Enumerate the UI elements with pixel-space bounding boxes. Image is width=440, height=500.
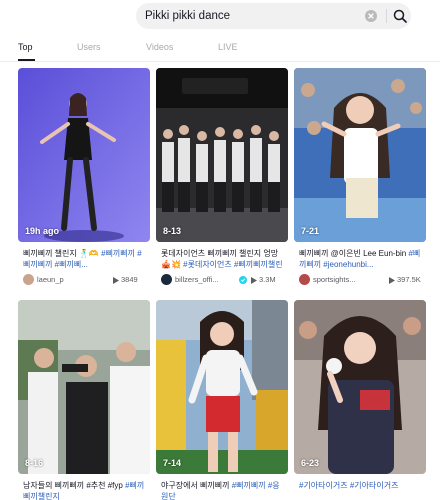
caption-text: 남자들의 삐끼삐끼 #추천 #fyp (23, 481, 123, 490)
caption-text: 삐끼삐끼 @이은빈 Lee Eun-bin (299, 249, 407, 258)
video-meta: sportsights... 397.5K (299, 274, 426, 286)
video-meta: laeun_p 3849 (23, 274, 150, 286)
active-tab-indicator (18, 59, 35, 61)
author-name[interactable]: billzers_offi... (175, 275, 239, 284)
verified-icon (239, 276, 247, 284)
search-input[interactable]: Pikki pikki dance (145, 3, 357, 29)
video-thumbnail[interactable] (18, 68, 150, 242)
video-caption[interactable]: 남자들의 삐끼삐끼 #추천 #fyp #삐끼삐끼챌린지 (23, 480, 148, 500)
tab-top[interactable]: Top (18, 42, 33, 52)
video-caption[interactable]: 야구장에서 삐끼삐끼 #삐끼삐끼 #응원단 (161, 480, 286, 500)
clear-icon[interactable] (365, 10, 377, 22)
view-count: 397.5K (397, 275, 421, 284)
post-date: 19h ago (25, 226, 60, 236)
video-caption[interactable]: 롯데자이언츠 삐끼삐끼 챌린지 엉망 🎪💥 #롯데자이언츠 #삐끼삐끼챌린지 (161, 248, 286, 270)
post-date: 7-14 (163, 458, 182, 468)
view-count: 3.3M (259, 275, 276, 284)
tab-users[interactable]: Users (77, 42, 101, 52)
post-date: 6-23 (301, 458, 320, 468)
tab-videos[interactable]: Videos (146, 42, 173, 52)
post-date: 8-16 (25, 458, 44, 468)
search-bar: Pikki pikki dance (136, 3, 411, 29)
search-icon (393, 9, 407, 23)
video-thumbnail[interactable] (294, 300, 426, 474)
video-caption[interactable]: 삐끼삐끼 챌린지 🕺🫶 #삐끼삐끼 #삐끼삐끼 #삐끼삐... (23, 248, 148, 270)
video-thumbnail[interactable] (156, 300, 288, 474)
post-date: 8-13 (163, 226, 182, 236)
video-thumbnail[interactable] (18, 300, 150, 474)
caption-text: 롯데자이언츠 삐끼삐끼 챌린지 엉망 (161, 249, 279, 258)
video-thumbnail[interactable] (294, 68, 426, 242)
tab-live[interactable]: LIVE (218, 42, 238, 52)
search-button[interactable] (391, 3, 411, 29)
play-icon (251, 277, 257, 284)
author-name[interactable]: laeun_p (37, 275, 101, 284)
play-icon (389, 277, 395, 284)
video-caption[interactable]: 삐끼삐끼 @이은빈 Lee Eun-bin #삐끼삐끼 #jeonehunbi.… (299, 248, 424, 270)
caption-hashtags[interactable]: #기아타이거즈 #기아타이거즈 (299, 481, 398, 490)
search-tabs: Top Users Videos LIVE (0, 38, 440, 62)
post-date: 7-21 (301, 226, 320, 236)
video-meta: billzers_offi... 3.3M (161, 274, 288, 286)
avatar[interactable] (23, 274, 34, 285)
caption-hashtags[interactable]: 🎪💥 #롯데자이언츠 #삐끼삐끼챌린지 (161, 260, 283, 270)
video-caption[interactable]: #기아타이거즈 #기아타이거즈 (299, 480, 424, 500)
search-divider (386, 9, 387, 23)
avatar[interactable] (299, 274, 310, 285)
author-name[interactable]: sportsights... (313, 275, 377, 284)
video-thumbnail[interactable] (156, 68, 288, 242)
caption-text: 삐끼삐끼 챌린지 🕺🫶 (23, 249, 99, 258)
play-icon (113, 277, 119, 284)
avatar[interactable] (161, 274, 172, 285)
caption-text: 야구장에서 삐끼삐끼 (161, 481, 230, 490)
view-count: 3849 (121, 275, 138, 284)
